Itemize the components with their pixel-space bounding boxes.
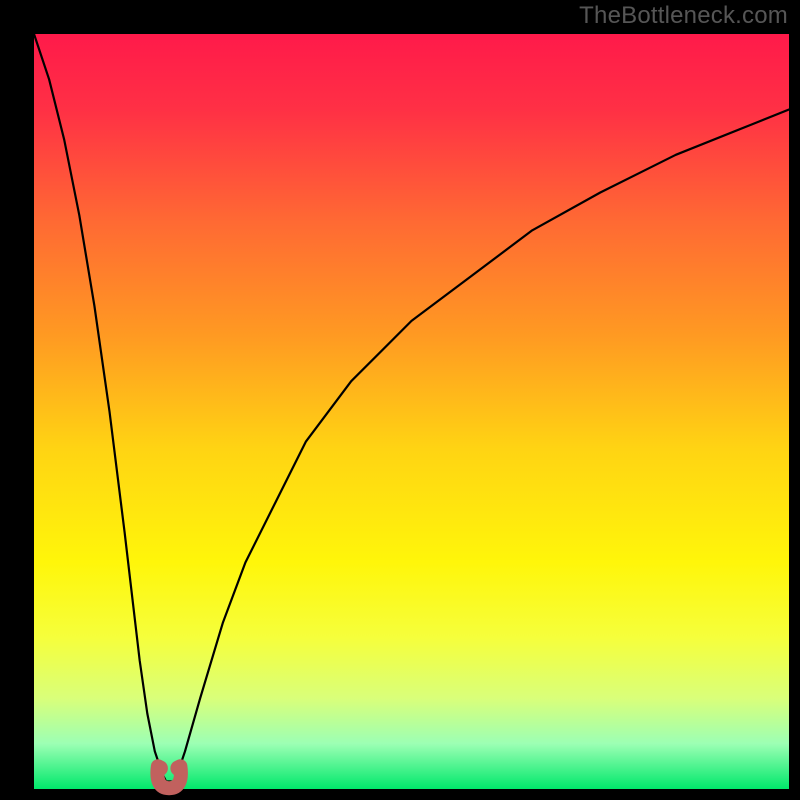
gradient-background xyxy=(34,34,789,789)
minimum-marker-cap-right xyxy=(170,760,186,776)
bottleneck-chart xyxy=(0,0,800,800)
minimum-marker-cap-left xyxy=(152,760,168,776)
chart-frame: TheBottleneck.com xyxy=(0,0,800,800)
